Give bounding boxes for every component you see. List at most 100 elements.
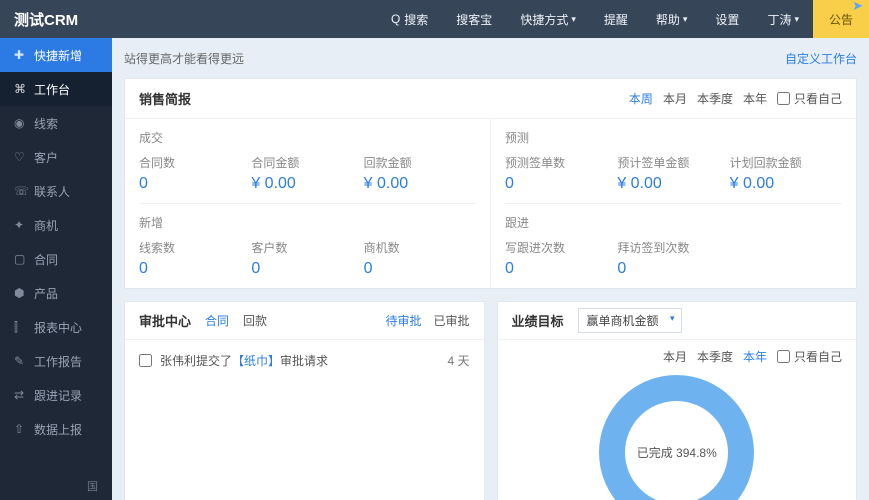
sales-brief-title: 销售简报 <box>139 89 191 108</box>
perf-tab-month[interactable]: 本月 <box>663 348 687 365</box>
approval-tab-contract[interactable]: 合同 <box>205 312 229 329</box>
metric-value: ¥ 0.00 <box>364 175 476 193</box>
sidebar-item-reports[interactable]: ⫿报表中心 <box>0 310 112 344</box>
sidebar-item-label: 合同 <box>34 251 58 268</box>
approval-pending[interactable]: 待审批 <box>385 312 421 329</box>
sidebar-item-workbench[interactable]: ⌘工作台 <box>0 72 112 106</box>
nav-sokebao[interactable]: 搜客宝 <box>442 0 506 38</box>
perf-only-self-checkbox[interactable] <box>777 350 790 363</box>
only-self-label: 只看自己 <box>794 90 842 107</box>
approval-text-suffix: 审批请求 <box>280 352 328 369</box>
announcement-button[interactable]: 公告 <box>813 0 869 38</box>
sidebar-item-label: 数据上报 <box>34 421 82 438</box>
swap-icon: ⇄ <box>14 388 34 402</box>
approval-row-checkbox[interactable] <box>139 354 152 367</box>
pencil-icon: ✎ <box>14 354 34 368</box>
donut-center-label: 已完成 394.8% <box>599 375 754 500</box>
sidebar-item-label: 报表中心 <box>34 319 82 336</box>
performance-panel: 业绩目标 赢单商机金额 ▾ 本月 本季度 本年 只看自己 已完成 394.8% <box>497 301 858 500</box>
nav-user-label: 丁涛 <box>767 11 791 28</box>
tab-quarter[interactable]: 本季度 <box>697 90 733 107</box>
chevron-down-icon: ▾ <box>571 14 576 25</box>
sidebar: ✚快捷新增 ⌘工作台 ◉线索 ♡客户 ☏联系人 ✦商机 ▢合同 ⬢产品 ⫿报表中… <box>0 38 112 500</box>
nav-search[interactable]: Q搜索 <box>377 0 442 38</box>
upload-icon: ⇧ <box>14 422 34 436</box>
metric-value: 0 <box>505 260 617 278</box>
approval-row[interactable]: 张伟利提交了 【纸巾】 审批请求 4 天 <box>125 340 484 381</box>
search-icon: Q <box>391 12 400 26</box>
tab-month[interactable]: 本月 <box>663 90 687 107</box>
metric-label: 预计签单金额 <box>617 154 729 171</box>
metric-value: ¥ 0.00 <box>730 175 842 193</box>
sidebar-item-customers[interactable]: ♡客户 <box>0 140 112 174</box>
metric-value: 0 <box>505 175 617 193</box>
metric-value: 0 <box>617 260 729 278</box>
chevron-down-icon: ▾ <box>683 14 688 25</box>
approval-title: 审批中心 <box>139 311 191 330</box>
sidebar-item-label: 工作报告 <box>34 353 82 370</box>
plus-icon: ✚ <box>14 48 34 62</box>
performance-metric-select[interactable]: 赢单商机金额 ▾ <box>578 308 682 333</box>
perf-tab-year[interactable]: 本年 <box>743 348 767 365</box>
sidebar-item-leads[interactable]: ◉线索 <box>0 106 112 140</box>
nav-settings[interactable]: 设置 <box>701 0 753 38</box>
sidebar-item-label: 商机 <box>34 217 58 234</box>
sidebar-item-label: 线索 <box>34 115 58 132</box>
sidebar-item-product[interactable]: ⬢产品 <box>0 276 112 310</box>
tab-year[interactable]: 本年 <box>743 90 767 107</box>
metric-label: 合同金额 <box>251 154 363 171</box>
phone-icon: ☏ <box>14 184 34 198</box>
nav-remind[interactable]: 提醒 <box>590 0 642 38</box>
metric-label: 合同数 <box>139 154 251 171</box>
nav-help[interactable]: 帮助▾ <box>642 0 702 38</box>
metric-label: 客户数 <box>251 239 363 256</box>
sidebar-item-contacts[interactable]: ☏联系人 <box>0 174 112 208</box>
newadd-section-title: 新增 <box>139 214 476 231</box>
quick-add-button[interactable]: ✚快捷新增 <box>0 38 112 72</box>
top-bar: 测试CRM Q搜索 搜客宝 快捷方式▾ 提醒 帮助▾ 设置 丁涛▾ 公告 <box>0 0 869 38</box>
nav-user[interactable]: 丁涛▾ <box>753 0 813 38</box>
metric-value: 0 <box>364 260 476 278</box>
file-icon: ▢ <box>14 252 34 266</box>
sidebar-item-workreport[interactable]: ✎工作报告 <box>0 344 112 378</box>
main-content: 站得更高才能看得更远 自定义工作台 销售简报 本周 本月 本季度 本年 只看自己… <box>112 38 869 500</box>
sidebar-item-dataupload[interactable]: ⇧数据上报 <box>0 412 112 446</box>
metric-value: ¥ 0.00 <box>251 175 363 193</box>
tab-week[interactable]: 本周 <box>629 90 653 107</box>
metric-value: 0 <box>139 260 251 278</box>
perf-tab-quarter[interactable]: 本季度 <box>697 348 733 365</box>
only-self-toggle[interactable]: 只看自己 <box>777 90 842 107</box>
approval-tab-receipt[interactable]: 回款 <box>243 312 267 329</box>
approval-done[interactable]: 已审批 <box>433 312 469 329</box>
perf-only-self-toggle[interactable]: 只看自己 <box>777 348 842 365</box>
sidebar-item-followup[interactable]: ⇄跟进记录 <box>0 378 112 412</box>
app-logo: 测试CRM <box>0 9 92 30</box>
approval-item-link[interactable]: 【纸巾】 <box>232 352 280 369</box>
forecast-section-title: 预测 <box>505 129 842 146</box>
sidebar-footer[interactable]: 国 <box>0 472 112 500</box>
metric-label: 计划回款金额 <box>730 154 842 171</box>
heart-icon: ♡ <box>14 150 34 164</box>
sidebar-item-contract[interactable]: ▢合同 <box>0 242 112 276</box>
metric-label: 拜访签到次数 <box>617 239 729 256</box>
target-icon: ◉ <box>14 116 34 130</box>
follow-section-title: 跟进 <box>505 214 842 231</box>
chevron-down-icon: ▾ <box>794 14 799 25</box>
nav-shortcut[interactable]: 快捷方式▾ <box>506 0 590 38</box>
metric-label: 写跟进次数 <box>505 239 617 256</box>
sidebar-item-opportunity[interactable]: ✦商机 <box>0 208 112 242</box>
customize-link[interactable]: 自定义工作台 <box>785 50 857 67</box>
chevron-down-icon: ▾ <box>670 313 675 324</box>
only-self-checkbox[interactable] <box>777 92 790 105</box>
star-icon: ✦ <box>14 218 34 232</box>
approval-text-prefix: 张伟利提交了 <box>160 352 232 369</box>
cube-icon: ⬢ <box>14 286 34 300</box>
performance-donut-chart: 已完成 394.8% <box>599 375 754 500</box>
performance-title: 业绩目标 <box>512 311 564 330</box>
perf-only-self-label: 只看自己 <box>794 348 842 365</box>
approval-panel: 审批中心 合同 回款 待审批 已审批 张伟利提交了 【纸巾】 审批请求 4 天 <box>124 301 485 500</box>
metric-label: 预测签单数 <box>505 154 617 171</box>
slogan-text: 站得更高才能看得更远 <box>124 50 244 67</box>
sidebar-item-label: 客户 <box>34 149 58 166</box>
metric-value: 0 <box>139 175 251 193</box>
